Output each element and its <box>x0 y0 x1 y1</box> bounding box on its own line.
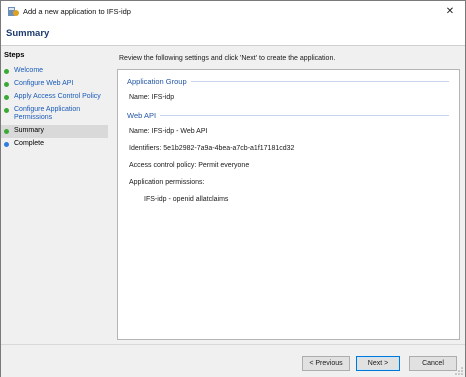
page-header: Summary <box>1 22 465 46</box>
step-list: Welcome Configure Web API Apply Access C… <box>1 65 108 151</box>
adfs-app-icon <box>8 7 19 16</box>
access-control-policy: Access control policy: Permit everyone <box>129 162 250 169</box>
application-permissions-label: Application permissions: <box>129 179 205 186</box>
web-api-title: Web API <box>127 111 161 120</box>
page-title: Summary <box>6 28 50 39</box>
previous-button[interactable]: < Previous <box>302 356 350 371</box>
step-apply-access-control-policy[interactable]: Apply Access Control Policy <box>1 91 108 104</box>
main-content: Review the following settings and click … <box>108 46 465 344</box>
step-label: Welcome <box>14 67 44 74</box>
step-welcome[interactable]: Welcome <box>1 65 108 78</box>
completed-step-icon <box>4 68 9 74</box>
group-divider <box>127 115 449 116</box>
step-label: Summary <box>14 127 44 134</box>
title-bar: Add a new application to IFS-idp ✕ <box>1 1 465 22</box>
completed-step-icon <box>4 81 9 87</box>
steps-pane: Steps Welcome Configure Web API Apply Ac… <box>1 46 108 344</box>
button-bar: < Previous Next > Cancel <box>1 344 465 377</box>
step-label: Complete <box>14 140 44 147</box>
steps-heading: Steps <box>4 50 25 59</box>
summary-panel[interactable]: Application Group Name: IFS-idp Web API … <box>117 69 460 340</box>
step-label: Configure Application Permissions <box>14 106 81 121</box>
wizard-window: Add a new application to IFS-idp ✕ Summa… <box>0 0 466 377</box>
cancel-button[interactable]: Cancel <box>409 356 457 371</box>
completed-step-icon <box>4 107 9 113</box>
resize-grip-icon[interactable] <box>455 367 463 375</box>
pending-step-icon <box>4 141 9 147</box>
step-label: Configure Web API <box>14 80 74 87</box>
step-summary: Summary <box>1 125 108 138</box>
instruction-text: Review the following settings and click … <box>119 55 336 62</box>
step-complete: Complete <box>1 138 108 151</box>
next-button[interactable]: Next > <box>356 356 400 371</box>
application-group-title: Application Group <box>127 77 191 86</box>
application-permissions-value: IFS-idp - openid allatclaims <box>144 196 229 203</box>
step-configure-application-permissions[interactable]: Configure Application Permissions <box>1 104 108 125</box>
close-icon[interactable]: ✕ <box>435 1 465 22</box>
completed-step-icon <box>4 94 9 100</box>
web-api-name: Name: IFS-idp - Web API <box>129 128 208 135</box>
application-group-name: Name: IFS-idp <box>129 94 175 101</box>
current-step-icon <box>4 128 9 134</box>
web-api-identifiers: Identifiers: 5e1b2982-7a9a-4bea-a7cb-a1f… <box>129 145 295 152</box>
step-label: Apply Access Control Policy <box>14 93 101 100</box>
window-title: Add a new application to IFS-idp <box>23 7 131 16</box>
step-configure-web-api[interactable]: Configure Web API <box>1 78 108 91</box>
